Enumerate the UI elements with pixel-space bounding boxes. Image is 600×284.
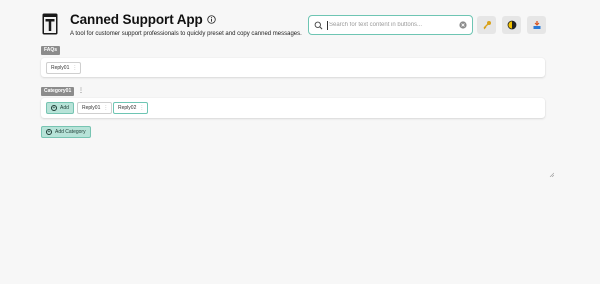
- import-export-button[interactable]: [527, 16, 546, 34]
- reply-label: Reply01: [51, 65, 70, 71]
- text-cursor: [327, 20, 328, 30]
- import-export-icon: [533, 21, 540, 29]
- reply-chip[interactable]: Reply01 ⋮: [46, 62, 82, 74]
- reply-chip[interactable]: Reply02 ⋮: [113, 102, 149, 114]
- clear-search-icon[interactable]: [459, 21, 467, 29]
- plus-icon: +: [51, 104, 57, 111]
- info-icon[interactable]: [207, 15, 216, 24]
- reply-label: Reply01: [82, 105, 101, 111]
- category-tag-faqs[interactable]: FAQs: [41, 46, 61, 55]
- plus-icon: +: [46, 128, 52, 135]
- page-title: Canned Support App: [70, 12, 203, 27]
- title-row: Canned Support App: [70, 12, 216, 27]
- theme-toggle-icon: [507, 20, 516, 30]
- search-icon: [314, 21, 323, 29]
- category-panel-faqs: Reply01 ⋮: [41, 58, 545, 77]
- key-icon: [483, 21, 491, 30]
- reply-chip[interactable]: Reply01 ⋮: [77, 102, 113, 114]
- search-input[interactable]: Search for text content in buttons...: [329, 22, 459, 28]
- resize-handle-icon[interactable]: [549, 172, 554, 177]
- key-button[interactable]: [477, 16, 496, 34]
- category-menu-icon[interactable]: ⋮: [78, 88, 84, 94]
- page-subtitle: A tool for customer support professional…: [70, 31, 302, 37]
- reply-menu-icon[interactable]: ⋮: [139, 105, 144, 111]
- theme-toggle-button[interactable]: [502, 16, 521, 34]
- add-reply-label: Add: [60, 105, 69, 111]
- add-category-button[interactable]: + Add Category: [41, 126, 91, 138]
- reply-menu-icon[interactable]: ⋮: [103, 105, 108, 111]
- add-category-label: Add Category: [55, 129, 86, 135]
- add-reply-button[interactable]: + Add: [46, 102, 74, 114]
- search-box[interactable]: Search for text content in buttons...: [308, 15, 473, 35]
- category-tag-category01[interactable]: Category01: [41, 87, 75, 96]
- reply-menu-icon[interactable]: ⋮: [72, 65, 77, 71]
- reply-label: Reply02: [118, 105, 137, 111]
- category-panel-category01: + Add Reply01 ⋮ Reply02 ⋮: [41, 98, 545, 118]
- app-logo-icon: [42, 13, 58, 35]
